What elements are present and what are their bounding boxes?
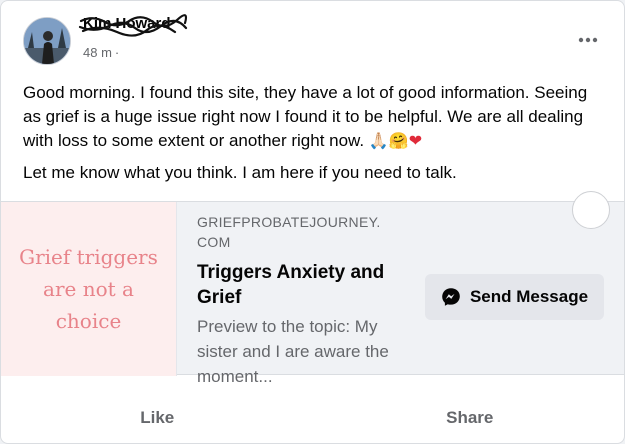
post-paragraph: Let me know what you think. I am here if… — [23, 163, 457, 182]
redaction-scribble — [78, 14, 188, 37]
timestamp-separator: · — [114, 45, 120, 60]
link-title[interactable]: Triggers Anxiety and Grief — [197, 260, 397, 310]
share-button[interactable]: Share — [314, 391, 625, 443]
post-card: Kim Howard 48 m · Good morning. I found … — [0, 0, 625, 444]
heart-emoji-icon: ❤ — [408, 131, 423, 150]
link-domain: GRIEFPROBATEJOURNEY. COM — [197, 214, 381, 250]
post-timestamp[interactable]: 48 m · — [83, 45, 119, 60]
hugging-emoji-icon: 🤗 — [388, 131, 409, 150]
link-description: Preview to the topic: My sister and I ar… — [197, 317, 389, 386]
link-thumbnail[interactable]: Grief triggers are not a choice — [1, 202, 177, 376]
more-options-button[interactable] — [570, 27, 606, 53]
send-message-button[interactable]: Send Message — [425, 274, 604, 320]
pray-emoji-icon: 🙏🏻 — [368, 131, 389, 150]
more-horizontal-icon — [578, 37, 598, 43]
timestamp-text: 48 m — [83, 45, 112, 60]
thumbnail-text: Grief triggers are not a choice — [19, 245, 158, 333]
reaction-circle-button[interactable] — [572, 191, 610, 229]
link-preview-card[interactable]: Grief triggers are not a choice GRIEFPRO… — [1, 201, 624, 386]
avatar[interactable] — [23, 17, 71, 65]
send-message-label: Send Message — [469, 287, 589, 306]
post-actions: Like Share — [1, 391, 625, 443]
post-paragraph: Good morning. I found this site, they ha… — [23, 81, 608, 153]
post-paragraph-text: Good morning. I found this site, they ha… — [23, 83, 588, 150]
link-info[interactable]: GRIEFPROBATEJOURNEY. COM Triggers Anxiet… — [197, 212, 397, 389]
post-body: Good morning. I found this site, they ha… — [23, 81, 608, 193]
post-header: Kim Howard 48 m · — [1, 1, 624, 71]
like-button[interactable]: Like — [1, 391, 314, 443]
messenger-icon — [442, 288, 460, 306]
